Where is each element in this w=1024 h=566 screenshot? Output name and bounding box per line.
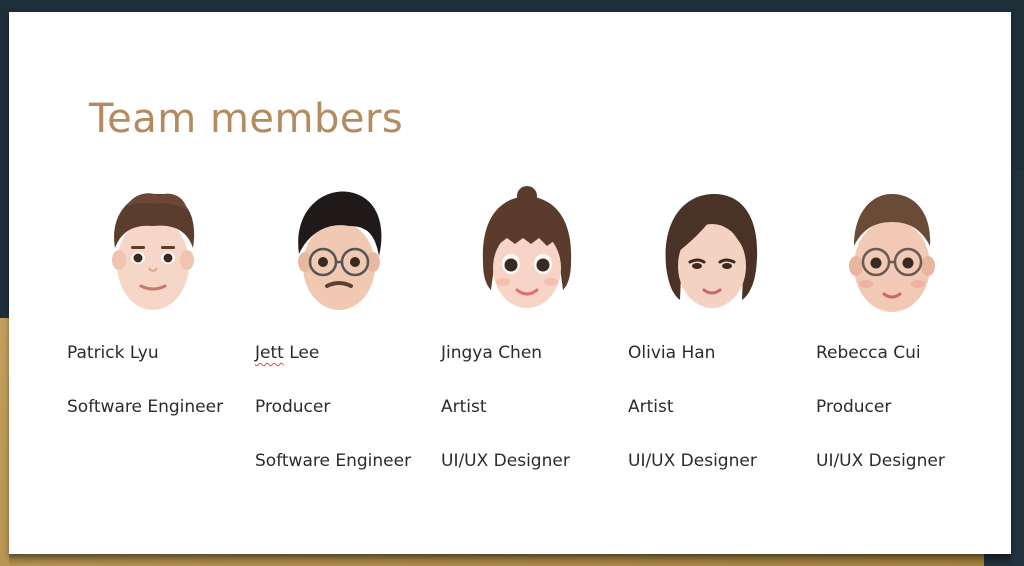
member-name: Olivia Han <box>628 343 716 363</box>
member-name: Jingya Chen <box>441 343 543 363</box>
member-role: Artist <box>441 397 487 417</box>
avatar-patrick <box>93 182 213 322</box>
slide: Team members Patrick Lyu Software Engine… <box>9 12 1011 554</box>
avatar-olivia <box>652 182 772 322</box>
member-role: Artist <box>628 397 674 417</box>
member-name: Jett Lee <box>255 343 320 363</box>
slide-shadow <box>9 553 1011 566</box>
member-name: Rebecca Cui <box>816 343 921 363</box>
avatar-jingya <box>467 182 587 322</box>
member-role-secondary: UI/UX Designer <box>816 451 945 471</box>
slide-title: Team members <box>89 96 404 142</box>
member-role-secondary: Software Engineer <box>255 451 412 471</box>
avatar-rebecca <box>832 182 952 322</box>
member-role-secondary: UI/UX Designer <box>628 451 757 471</box>
member-role: Software Engineer <box>67 397 224 417</box>
member-name: Patrick Lyu <box>67 343 159 363</box>
member-role-secondary: UI/UX Designer <box>441 451 570 471</box>
avatar-jett <box>279 182 399 322</box>
member-role: Producer <box>255 397 331 417</box>
spellcheck-word[interactable]: Jett <box>255 343 284 363</box>
member-role: Producer <box>816 397 892 417</box>
